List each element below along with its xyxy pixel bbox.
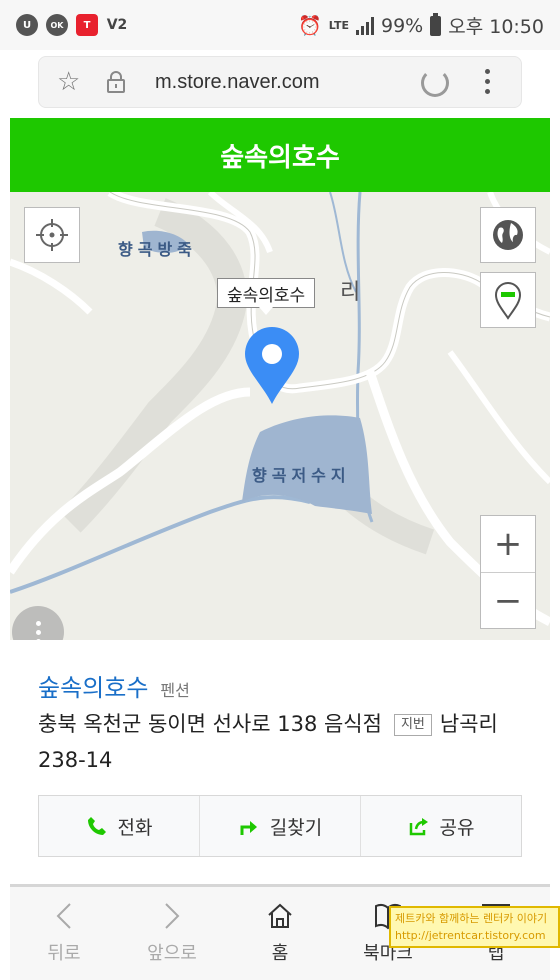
- nav-home-label: 홈: [271, 943, 289, 964]
- nav-forward-label: 앞으로: [147, 943, 197, 964]
- address-road: 충북 옥천군 동이면 선사로 138 음식점: [38, 712, 382, 736]
- share-label: 공유: [439, 816, 475, 839]
- map-pin-label[interactable]: 숲속의호수: [217, 278, 316, 315]
- nav-home[interactable]: 홈: [226, 887, 334, 980]
- place-name[interactable]: 숲속의호수: [38, 668, 148, 703]
- status-bar: U OK T V2 ⏰ LTE 99% 오후 10:50: [0, 0, 560, 50]
- crosshair-icon: [36, 219, 68, 251]
- nav-back-label: 뒤로: [47, 943, 81, 964]
- location-pin-icon[interactable]: [242, 326, 302, 406]
- notification-icons: U OK T V2: [16, 14, 128, 36]
- map-label-village: 리: [340, 280, 361, 305]
- clock: 오후 10:50: [448, 16, 544, 38]
- app-notification-icon: U: [16, 14, 38, 36]
- watermark-line1: 제트카와 함께하는 렌터카 이야기: [395, 912, 548, 925]
- system-indicators: ⏰ LTE 99% 오후 10:50: [298, 12, 544, 39]
- blog-watermark: 제트카와 함께하는 렌터카 이야기 http://jetrentcar.tist…: [389, 906, 560, 948]
- place-address: 충북 옥천군 동이면 선사로 138 음식점 지번 남곡리 238-14: [38, 706, 538, 778]
- network-type: LTE: [328, 19, 349, 32]
- battery-percent: 99%: [381, 14, 424, 37]
- nav-forward[interactable]: 앞으로: [118, 887, 226, 980]
- location-marker-icon: [494, 282, 522, 320]
- more-icon[interactable]: [485, 69, 491, 94]
- share-button[interactable]: 공유: [360, 796, 521, 856]
- page-header: 숲속의호수: [10, 118, 550, 192]
- place-title-row: 숲속의호수 펜션: [38, 668, 190, 703]
- call-label: 전화: [117, 816, 153, 839]
- star-icon[interactable]: ☆: [57, 69, 80, 95]
- map-type-button[interactable]: [480, 207, 536, 263]
- map-base: [10, 192, 550, 640]
- map-label-reservoir: 향곡저수지: [252, 466, 351, 485]
- address-bar[interactable]: ☆ m.store.naver.com: [38, 56, 522, 108]
- phone-icon: [87, 817, 106, 835]
- watermark-line2: http://jetrentcar.tistory.com: [395, 929, 546, 942]
- address-lot-badge: 지번: [393, 714, 432, 736]
- back-icon: [55, 901, 73, 931]
- call-button[interactable]: 전화: [39, 796, 199, 856]
- cadastral-button[interactable]: [480, 272, 536, 328]
- nav-back[interactable]: 뒤로: [10, 887, 118, 980]
- zoom-controls: + −: [480, 515, 536, 629]
- directions-label: 길찾기: [269, 816, 323, 839]
- place-category: 펜션: [160, 681, 190, 700]
- zoom-in-button[interactable]: +: [481, 516, 535, 572]
- zoom-out-button[interactable]: −: [481, 572, 535, 628]
- share-icon: [409, 818, 428, 836]
- current-location-button[interactable]: [24, 207, 80, 263]
- url-text[interactable]: m.store.naver.com: [155, 71, 320, 94]
- battery-icon: [430, 12, 442, 36]
- reload-icon[interactable]: [421, 69, 449, 97]
- action-bar: 전화 길찾기 공유: [38, 795, 522, 857]
- home-icon: [266, 901, 294, 931]
- v2-icon: V2: [106, 17, 128, 33]
- lock-icon: [107, 71, 125, 93]
- globe-icon: [493, 220, 523, 250]
- ok-cashbag-icon: OK: [46, 14, 68, 36]
- map-view[interactable]: 향곡방죽 향곡저수지 리 숲속의호수 + −: [10, 192, 550, 640]
- map-label-pond: 향곡방죽: [118, 240, 197, 259]
- page-title: 숲속의호수: [220, 142, 340, 173]
- t-app-icon: T: [76, 14, 98, 36]
- signal-icon: [356, 16, 374, 35]
- directions-icon: [240, 821, 257, 835]
- forward-icon: [163, 901, 181, 931]
- alarm-icon: ⏰: [298, 15, 322, 37]
- directions-button[interactable]: 길찾기: [199, 796, 360, 856]
- place-info: 숲속의호수 펜션 충북 옥천군 동이면 선사로 138 음식점 지번 남곡리 238…: [10, 640, 550, 890]
